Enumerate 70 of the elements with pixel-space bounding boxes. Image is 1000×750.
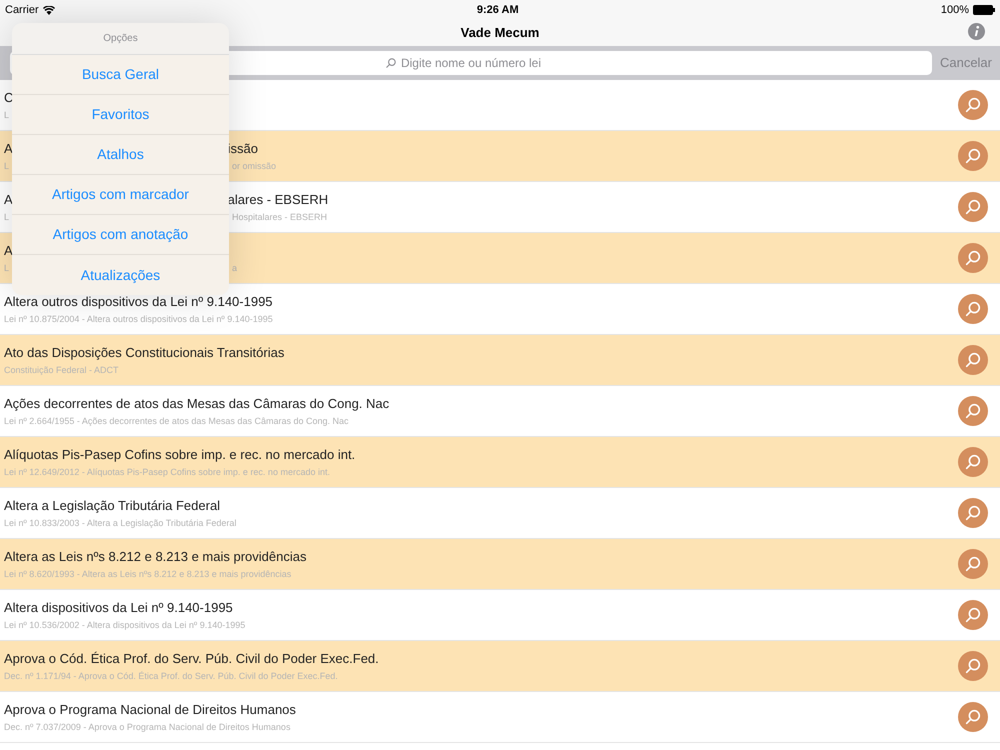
row-title: A: [4, 242, 13, 258]
law-row[interactable]: Aprova o Cód. Ética Prof. do Serv. Púb. Civil do Poder Exec.Fed. Dec. nº 1.171/94 - Aprova o Cód. Ética Prof. do Serv. Púb. Civil do Poder Exec.Fed.: [0, 641, 1000, 692]
row-title: alares - EBSERH: [228, 192, 328, 208]
search-icon: [964, 351, 982, 369]
popover-title: Opções: [103, 32, 138, 46]
search-icon: [964, 708, 982, 726]
row-subtitle: a: [232, 262, 238, 274]
law-row[interactable]: Altera as Leis nºs 8.212 e 8.213 e mais providências Lei nº 8.620/1993 - Altera as Leis nºs 8.212 e 8.213 e mais providências: [0, 539, 1000, 590]
row-subtitle: Dec. nº 1.171/94 - Aprova o Cód. Ética Prof. do Serv. Púb. Civil do Poder Exec.Fed.: [4, 670, 338, 682]
nav-title: Vade Mecum: [460, 24, 540, 42]
row-subtitle: Hospitalares - EBSERH: [232, 210, 328, 222]
info-icon[interactable]: [968, 23, 985, 40]
row-title: Aprova o Programa Nacional de Direitos Humanos: [4, 702, 296, 718]
search-icon: [964, 300, 982, 318]
search-icon: [964, 555, 982, 573]
search-icon: [964, 249, 982, 267]
row-title: Altera dispositivos da Lei nº 9.140-1995: [4, 600, 233, 616]
row-subtitle: L: [4, 160, 10, 172]
row-title: Altera outros dispositivos da Lei nº 9.140-1995: [4, 294, 273, 310]
row-subtitle: Lei nº 10.536/2002 - Altera dispositivos da Lei nº 9.140-1995: [4, 618, 246, 630]
search-button[interactable]: [958, 243, 988, 273]
battery-icon: [972, 5, 995, 15]
row-title: Ações decorrentes de atos das Mesas das Câmaras do Cong. Nac: [4, 396, 390, 412]
search-icon: [964, 657, 982, 675]
search-icon: [964, 606, 982, 624]
row-title: Alíquotas Pis-Pasep Cofins sobre imp. e rec. no mercado int.: [4, 446, 356, 462]
search-button[interactable]: [958, 294, 988, 324]
row-subtitle: L: [4, 262, 10, 274]
search-button[interactable]: [958, 141, 988, 171]
search-icon: [964, 504, 982, 522]
search-icon: [964, 147, 982, 165]
search-button[interactable]: [958, 192, 988, 222]
row-title: Aprova o Cód. Ética Prof. do Serv. Púb. Civil do Poder Exec.Fed.: [4, 650, 379, 666]
clock: 9:26 AM: [476, 2, 519, 18]
search-icon: [964, 198, 982, 216]
row-subtitle: Lei nº 12.649/2012 - Alíquotas Pis-Pasep Cofins sobre imp. e rec. no mercado int.: [4, 466, 330, 478]
law-row[interactable]: Alíquotas Pis-Pasep Cofins sobre imp. e rec. no mercado int. Lei nº 12.649/2012 - Alíquotas Pis-Pasep Cofins sobre imp. e rec. no mercado int.: [0, 437, 1000, 488]
row-subtitle: Lei nº 8.620/1993 - Altera as Leis nºs 8.212 e 8.213 e mais providências: [4, 568, 292, 580]
row-title: Altera a Legislação Tributária Federal: [4, 498, 220, 514]
row-title: Ato das Disposições Constitucionais Transitórias: [4, 344, 284, 360]
search-icon: [964, 402, 982, 420]
carrier-label: Carrier: [5, 2, 39, 18]
row-subtitle: Lei nº 2.664/1955 - Ações decorrentes de atos das Mesas das Câmaras do Cong. Nac: [4, 414, 348, 426]
row-subtitle: Dec. nº 7.037/2009 - Aprova o Programa Nacional de Direitos Humanos: [4, 720, 290, 732]
search-button[interactable]: [958, 651, 988, 681]
search-button[interactable]: [958, 702, 988, 732]
row-title: C: [4, 90, 14, 106]
search-button[interactable]: [958, 90, 988, 120]
search-icon: [384, 57, 397, 69]
row-subtitle: Lei nº 10.875/2004 - Altera outros dispositivos da Lei nº 9.140-1995: [4, 312, 273, 324]
row-subtitle: Lei nº 10.833/2003 - Altera a Legislação Tributária Federal: [4, 516, 236, 528]
row-title: A: [4, 192, 13, 208]
search-button[interactable]: [958, 345, 988, 375]
row-subtitle: or omissão: [232, 160, 276, 172]
row-subtitle: L: [4, 108, 10, 120]
search-icon: [964, 96, 982, 114]
law-row[interactable]: Ato das Disposições Constitucionais Transitórias Constituição Federal - ADCT: [0, 335, 1000, 386]
search-button[interactable]: [958, 396, 988, 426]
row-subtitle: Constituição Federal - ADCT: [4, 364, 119, 376]
search-icon: [964, 453, 982, 471]
search-button[interactable]: [958, 447, 988, 477]
search-button[interactable]: [958, 600, 988, 630]
row-title: A: [4, 140, 13, 156]
wifi-icon: [42, 6, 55, 14]
battery-label: 100%: [940, 2, 969, 18]
row-title: Altera as Leis nºs 8.212 e 8.213 e mais providências: [4, 548, 306, 564]
row-subtitle: L: [4, 210, 10, 222]
search-button[interactable]: [958, 498, 988, 528]
search-button[interactable]: [958, 549, 988, 579]
row-title: issão: [228, 140, 258, 156]
